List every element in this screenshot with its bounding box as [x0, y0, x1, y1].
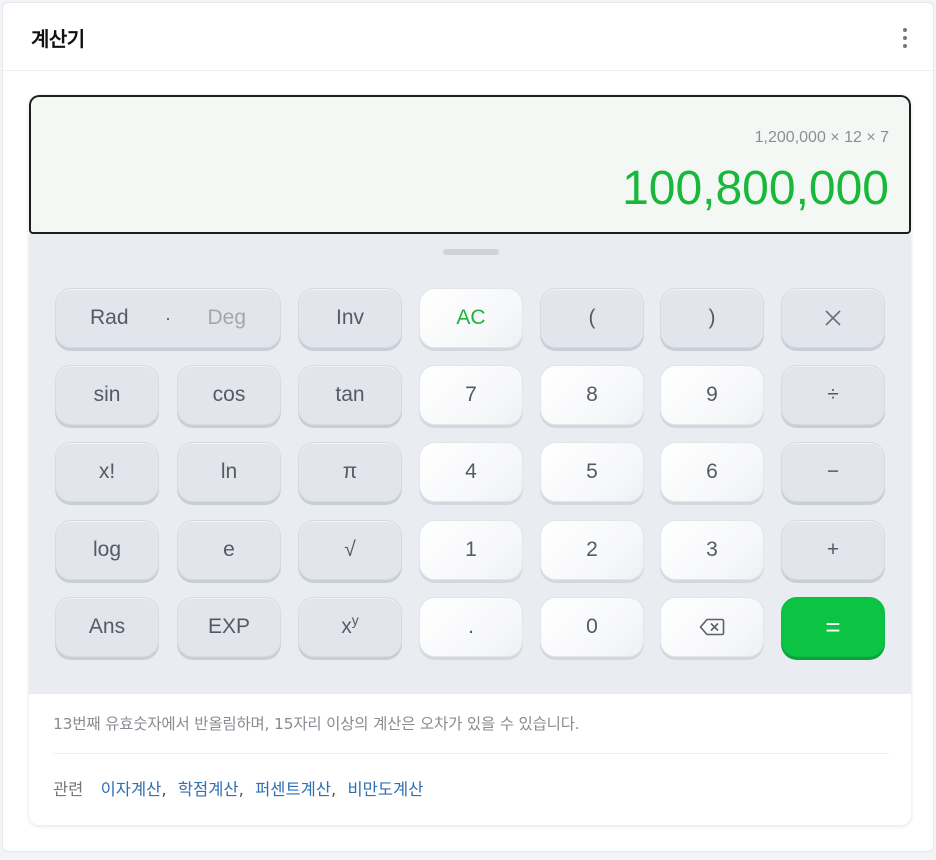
- tan-button[interactable]: tan: [298, 365, 402, 425]
- sin-button[interactable]: sin: [55, 365, 159, 425]
- backspace-icon: [699, 618, 725, 636]
- card-header: 계산기: [3, 3, 933, 71]
- digit-4-button[interactable]: 4: [419, 442, 523, 502]
- sqrt-button[interactable]: √: [298, 520, 402, 580]
- digit-5-button[interactable]: 5: [540, 442, 644, 502]
- result-text: 100,800,000: [622, 162, 889, 215]
- link-separator: ,: [161, 780, 167, 799]
- digit-1-button[interactable]: 1: [419, 520, 523, 580]
- related-label: 관련: [53, 780, 84, 799]
- decimal-button[interactable]: .: [419, 597, 523, 657]
- exp-button[interactable]: EXP: [177, 597, 281, 657]
- multiply-button[interactable]: [781, 288, 885, 348]
- page-title: 계산기: [31, 27, 85, 51]
- keypad: Rad · Deg Inv AC ( ) sin cos tan 7 8 9 ÷…: [29, 234, 911, 694]
- digit-8-button[interactable]: 8: [540, 365, 644, 425]
- all-clear-button[interactable]: AC: [419, 288, 523, 348]
- euler-button[interactable]: e: [177, 520, 281, 580]
- digit-6-button[interactable]: 6: [660, 442, 764, 502]
- rad-label: Rad: [90, 306, 129, 329]
- divide-button[interactable]: ÷: [781, 365, 885, 425]
- link-percent-calc[interactable]: 퍼센트계산: [255, 780, 331, 799]
- pi-button[interactable]: π: [298, 442, 402, 502]
- minus-button[interactable]: −: [781, 442, 885, 502]
- link-separator: ,: [331, 780, 337, 799]
- factorial-button[interactable]: x!: [55, 442, 159, 502]
- precision-note: 13번째 유효숫자에서 반올림하며, 15자리 이상의 계산은 오차가 있을 수…: [53, 715, 580, 733]
- keypad-drag-handle[interactable]: [443, 249, 499, 255]
- power-exponent: y: [351, 612, 359, 628]
- power-button[interactable]: xy: [298, 597, 402, 657]
- rad-deg-toggle[interactable]: Rad · Deg: [55, 288, 281, 348]
- log-button[interactable]: log: [55, 520, 159, 580]
- more-vertical-icon[interactable]: [895, 25, 915, 51]
- link-bmi-calc[interactable]: 비만도계산: [348, 780, 424, 799]
- digit-0-button[interactable]: 0: [540, 597, 644, 657]
- calculator: 1,200,000 × 12 × 7 100,800,000 Rad · Deg…: [29, 95, 911, 825]
- deg-label: Deg: [207, 306, 246, 329]
- ans-button[interactable]: Ans: [55, 597, 159, 657]
- link-separator: ,: [238, 780, 244, 799]
- link-interest-calc[interactable]: 이자계산: [101, 780, 162, 799]
- ln-button[interactable]: ln: [177, 442, 281, 502]
- digit-9-button[interactable]: 9: [660, 365, 764, 425]
- toggle-separator: ·: [165, 307, 171, 328]
- related-links: 관련 이자계산, 학점계산, 퍼센트계산, 비만도계산: [53, 776, 423, 800]
- power-base: x: [341, 615, 352, 638]
- cos-button[interactable]: cos: [177, 365, 281, 425]
- digit-7-button[interactable]: 7: [419, 365, 523, 425]
- calculator-display: 1,200,000 × 12 × 7 100,800,000: [29, 95, 911, 234]
- backspace-button[interactable]: [660, 597, 764, 657]
- divider: [53, 753, 889, 754]
- inv-button[interactable]: Inv: [298, 288, 402, 348]
- link-gpa-calc[interactable]: 학점계산: [178, 780, 239, 799]
- plus-button[interactable]: +: [781, 520, 885, 580]
- calculator-card: 계산기 1,200,000 × 12 × 7 100,800,000 Rad ·…: [2, 2, 934, 852]
- equals-button[interactable]: =: [781, 597, 885, 657]
- multiply-icon: [825, 310, 841, 326]
- expression-text: 1,200,000 × 12 × 7: [754, 129, 889, 146]
- digit-3-button[interactable]: 3: [660, 520, 764, 580]
- right-paren-button[interactable]: ): [660, 288, 764, 348]
- left-paren-button[interactable]: (: [540, 288, 644, 348]
- digit-2-button[interactable]: 2: [540, 520, 644, 580]
